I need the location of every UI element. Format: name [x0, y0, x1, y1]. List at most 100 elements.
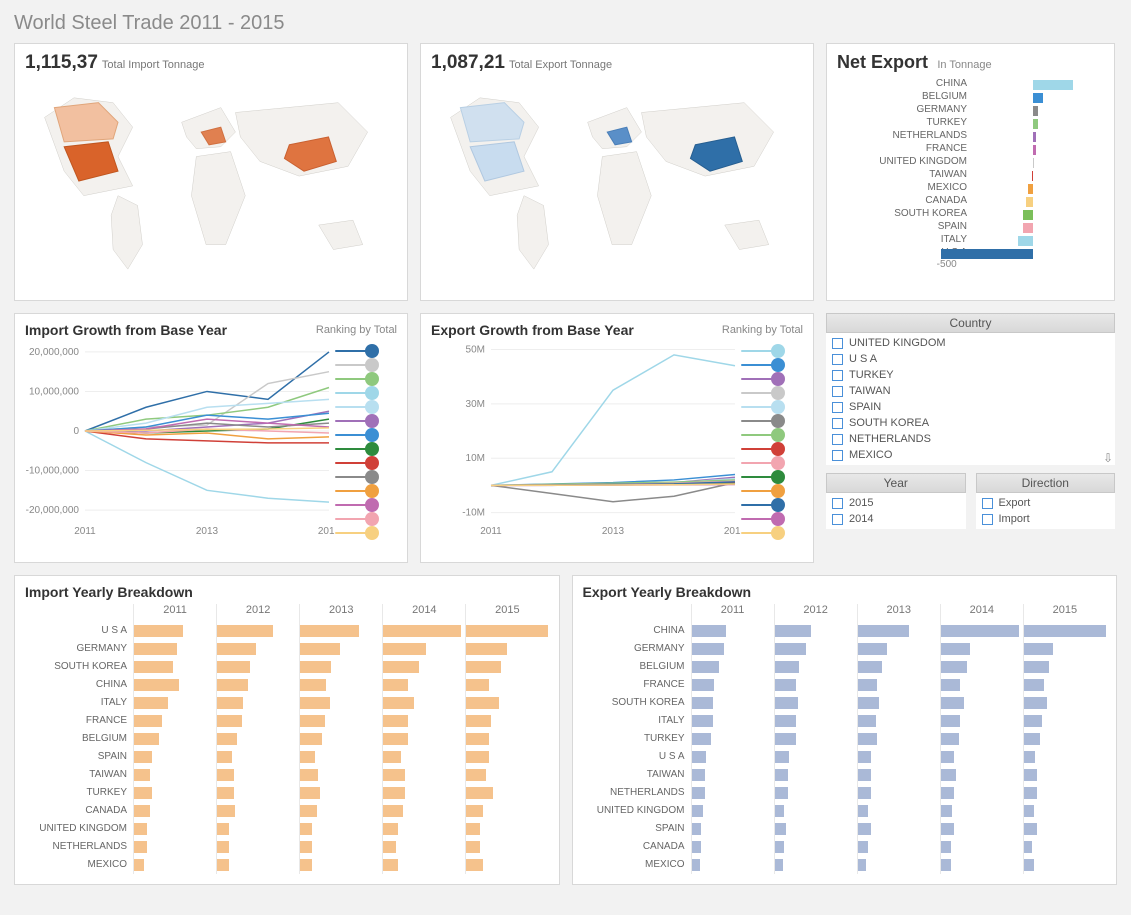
checkbox-icon[interactable]: [832, 370, 843, 381]
breakdown-cell[interactable]: [300, 712, 382, 730]
breakdown-cell[interactable]: [692, 694, 774, 712]
legend-item[interactable]: [335, 442, 397, 456]
import-world-map[interactable]: [25, 76, 397, 286]
net-export-row[interactable]: U S A: [837, 246, 1104, 259]
breakdown-year-head[interactable]: 2013: [300, 604, 382, 622]
breakdown-cell[interactable]: [1024, 856, 1106, 874]
breakdown-cell[interactable]: [941, 622, 1023, 640]
breakdown-year-head[interactable]: 2012: [217, 604, 299, 622]
breakdown-cell[interactable]: [941, 694, 1023, 712]
export-world-map[interactable]: [431, 76, 803, 286]
breakdown-cell[interactable]: [775, 712, 857, 730]
breakdown-cell[interactable]: [692, 748, 774, 766]
export-breakdown-chart[interactable]: CHINAGERMANYBELGIUMFRANCESOUTH KOREAITAL…: [583, 604, 1107, 874]
legend-item[interactable]: [741, 498, 803, 512]
breakdown-cell[interactable]: [466, 712, 548, 730]
filter-option[interactable]: SPAIN: [832, 399, 1109, 415]
net-export-bar[interactable]: [941, 249, 1033, 259]
legend-item[interactable]: [335, 428, 397, 442]
breakdown-cell[interactable]: [941, 838, 1023, 856]
legend-item[interactable]: [741, 442, 803, 456]
breakdown-cell[interactable]: [692, 622, 774, 640]
breakdown-cell[interactable]: [775, 622, 857, 640]
legend-item[interactable]: [741, 470, 803, 484]
breakdown-cell[interactable]: [134, 748, 216, 766]
breakdown-cell[interactable]: [692, 802, 774, 820]
checkbox-icon[interactable]: [832, 498, 843, 509]
breakdown-cell[interactable]: [1024, 658, 1106, 676]
breakdown-cell[interactable]: [858, 802, 940, 820]
net-export-bar[interactable]: [1033, 132, 1036, 142]
breakdown-cell[interactable]: [941, 712, 1023, 730]
breakdown-cell[interactable]: [217, 784, 299, 802]
breakdown-year-head[interactable]: 2014: [941, 604, 1023, 622]
breakdown-cell[interactable]: [217, 766, 299, 784]
net-export-bar[interactable]: [1033, 119, 1038, 129]
breakdown-cell[interactable]: [300, 640, 382, 658]
net-export-bar[interactable]: [1033, 145, 1036, 155]
breakdown-cell[interactable]: [1024, 640, 1106, 658]
breakdown-cell[interactable]: [858, 658, 940, 676]
legend-item[interactable]: [741, 344, 803, 358]
breakdown-cell[interactable]: [134, 838, 216, 856]
breakdown-cell[interactable]: [1024, 820, 1106, 838]
breakdown-cell[interactable]: [941, 748, 1023, 766]
breakdown-cell[interactable]: [217, 730, 299, 748]
breakdown-cell[interactable]: [300, 820, 382, 838]
legend-item[interactable]: [335, 470, 397, 484]
net-export-row[interactable]: CHINA: [837, 77, 1104, 90]
breakdown-cell[interactable]: [217, 820, 299, 838]
breakdown-cell[interactable]: [1024, 712, 1106, 730]
breakdown-cell[interactable]: [692, 856, 774, 874]
checkbox-icon[interactable]: [832, 354, 843, 365]
net-export-row[interactable]: ITALY: [837, 233, 1104, 246]
breakdown-cell[interactable]: [775, 658, 857, 676]
breakdown-cell[interactable]: [300, 622, 382, 640]
breakdown-cell[interactable]: [383, 820, 465, 838]
legend-item[interactable]: [335, 400, 397, 414]
net-export-row[interactable]: CANADA: [837, 194, 1104, 207]
breakdown-cell[interactable]: [134, 784, 216, 802]
filter-option[interactable]: 2014: [832, 511, 960, 527]
legend-item[interactable]: [335, 526, 397, 540]
legend-item[interactable]: [741, 358, 803, 372]
breakdown-year-head[interactable]: 2015: [1024, 604, 1106, 622]
breakdown-cell[interactable]: [775, 820, 857, 838]
breakdown-cell[interactable]: [134, 676, 216, 694]
legend-item[interactable]: [335, 344, 397, 358]
breakdown-cell[interactable]: [300, 838, 382, 856]
breakdown-cell[interactable]: [692, 820, 774, 838]
net-export-bar[interactable]: [1032, 171, 1033, 181]
checkbox-icon[interactable]: [832, 434, 843, 445]
breakdown-cell[interactable]: [134, 658, 216, 676]
legend-item[interactable]: [741, 526, 803, 540]
checkbox-icon[interactable]: [832, 402, 843, 413]
breakdown-cell[interactable]: [383, 748, 465, 766]
breakdown-cell[interactable]: [466, 766, 548, 784]
net-export-bar[interactable]: [1033, 158, 1034, 168]
breakdown-cell[interactable]: [466, 748, 548, 766]
filter-country-head[interactable]: Country: [826, 313, 1115, 333]
breakdown-cell[interactable]: [134, 856, 216, 874]
legend-item[interactable]: [741, 484, 803, 498]
legend-item[interactable]: [741, 400, 803, 414]
breakdown-cell[interactable]: [775, 676, 857, 694]
breakdown-year-head[interactable]: 2012: [775, 604, 857, 622]
filter-option[interactable]: U S A: [832, 351, 1109, 367]
legend-item[interactable]: [335, 414, 397, 428]
net-export-bar[interactable]: [1033, 93, 1043, 103]
breakdown-cell[interactable]: [134, 802, 216, 820]
net-export-row[interactable]: SOUTH KOREA: [837, 207, 1104, 220]
breakdown-cell[interactable]: [217, 676, 299, 694]
breakdown-cell[interactable]: [775, 748, 857, 766]
breakdown-cell[interactable]: [300, 730, 382, 748]
breakdown-year-head[interactable]: 2014: [383, 604, 465, 622]
breakdown-cell[interactable]: [692, 676, 774, 694]
breakdown-cell[interactable]: [1024, 766, 1106, 784]
breakdown-cell[interactable]: [134, 622, 216, 640]
checkbox-icon[interactable]: [832, 418, 843, 429]
checkbox-icon[interactable]: [832, 386, 843, 397]
breakdown-cell[interactable]: [775, 766, 857, 784]
breakdown-cell[interactable]: [217, 622, 299, 640]
breakdown-cell[interactable]: [134, 694, 216, 712]
